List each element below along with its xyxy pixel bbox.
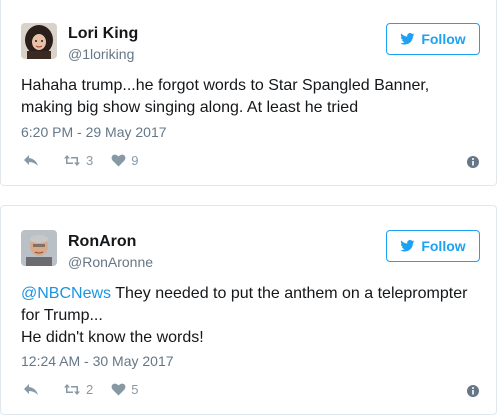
twitter-bird-icon — [400, 240, 415, 252]
like-button[interactable]: 5 — [111, 382, 138, 397]
tweet-card: RonAron @RonAronne Follow @NBCNews They … — [0, 205, 497, 415]
follow-label: Follow — [421, 31, 466, 47]
tweet-timestamp[interactable]: 6:20 PM - 29 May 2017 — [21, 124, 167, 140]
follow-label: Follow — [421, 238, 466, 254]
user-handle[interactable]: @1loriking — [68, 46, 134, 62]
follow-button[interactable]: Follow — [386, 23, 480, 55]
tweet-actions: 2 5 — [21, 382, 138, 397]
tweet-text-line: making big show singing along. At least … — [21, 99, 359, 116]
tweet-text-line: Hahaha trump...he forgot words to Star S… — [21, 77, 430, 94]
tweet-text-line: He didn't know the words! — [21, 329, 204, 346]
follow-button[interactable]: Follow — [386, 230, 480, 262]
mention-link[interactable]: @NBCNews — [21, 285, 111, 302]
retweet-count: 3 — [86, 153, 94, 168]
tweet-text: @NBCNews They needed to put the anthem o… — [21, 283, 486, 349]
reply-icon — [24, 384, 38, 395]
reply-button[interactable] — [23, 383, 39, 396]
tweet-text-line: for Trump... — [21, 307, 103, 324]
twitter-bird-icon — [400, 33, 415, 45]
info-icon[interactable] — [465, 154, 481, 170]
avatar[interactable] — [21, 23, 57, 59]
tweet-text-segment: They needed to put the anthem on a telep… — [111, 285, 468, 302]
heart-icon — [111, 154, 126, 167]
tweet-text-line: @NBCNews They needed to put the anthem o… — [21, 283, 486, 305]
retweet-button[interactable]: 2 — [63, 382, 93, 397]
reply-icon — [24, 155, 38, 166]
user-name[interactable]: RonAron — [68, 233, 136, 251]
like-count: 9 — [131, 153, 139, 168]
heart-icon — [111, 383, 126, 396]
user-name[interactable]: Lori King — [68, 25, 138, 43]
retweet-icon — [64, 384, 80, 395]
user-handle[interactable]: @RonAronne — [68, 254, 153, 270]
retweet-button[interactable]: 3 — [63, 153, 93, 168]
info-icon[interactable] — [465, 383, 481, 399]
tweet-text: Hahaha trump...he forgot words to Star S… — [21, 75, 486, 119]
like-count: 5 — [131, 382, 139, 397]
like-button[interactable]: 9 — [111, 153, 138, 168]
retweet-count: 2 — [86, 382, 94, 397]
retweet-icon — [64, 155, 80, 166]
reply-button[interactable] — [23, 154, 39, 167]
tweet-actions: 3 9 — [21, 153, 138, 168]
avatar[interactable] — [21, 230, 57, 266]
tweet-timestamp[interactable]: 12:24 AM - 30 May 2017 — [21, 353, 174, 369]
tweet-card: Lori King @1loriking Follow Hahaha trump… — [0, 0, 497, 186]
